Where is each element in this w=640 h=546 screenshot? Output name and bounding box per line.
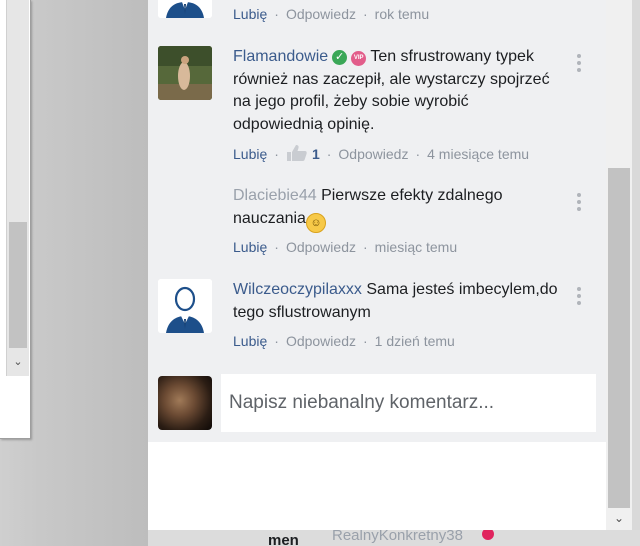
comment-time: rok temu — [374, 6, 430, 22]
heart-icon — [482, 530, 494, 540]
comment-body: Dlaciebie44 Pierwsze efekty zdalnego nau… — [233, 185, 560, 233]
scrollbar-thumb[interactable] — [608, 168, 630, 508]
left-scrollbar-thumb[interactable] — [9, 222, 27, 348]
comment-author-link[interactable]: Dlaciebie44 — [233, 187, 317, 204]
vertical-dots-icon[interactable] — [576, 287, 582, 308]
comments-panel: Lubię · Odpowiedz · rok temu Flamandowie ✓ VIP… — [148, 0, 606, 530]
comment-meta: Lubię · Odpowiedz · rok temu — [233, 6, 429, 22]
like-button[interactable]: Lubię — [233, 239, 267, 255]
comment-item: Flamandowie ✓ VIP Ten sfrustrowany typek r… — [148, 46, 606, 166]
separator-dot: · — [274, 239, 279, 255]
comment-author-link[interactable]: Flamandowie — [233, 48, 328, 65]
avatar[interactable] — [158, 279, 212, 333]
partial-text: men — [268, 532, 299, 546]
current-user-avatar[interactable] — [158, 376, 212, 430]
reply-button[interactable]: Odpowiedz — [338, 146, 408, 162]
comment-meta: Lubię · 1 · Odpowiedz · 4 miesiące temu — [233, 144, 529, 165]
comment-body: Wilczeoczypilaxxx Sama jesteś imbecylem,… — [233, 279, 560, 324]
separator-dot: · — [362, 6, 368, 22]
separator-dot: · — [274, 333, 279, 349]
photo-avatar-image — [158, 46, 212, 100]
like-button[interactable]: Lubię — [233, 6, 267, 22]
vip-badge-icon: VIP — [351, 51, 367, 66]
comment-time: miesiąc temu — [374, 239, 458, 255]
next-content-strip: men RealnyKonkretny38 — [148, 530, 640, 546]
smiling-face-icon: ☺ — [305, 212, 326, 233]
avatar[interactable] — [158, 0, 212, 18]
reply-button[interactable]: Odpowiedz — [286, 239, 356, 255]
vertical-dots-icon[interactable] — [576, 54, 582, 75]
separator-dot: · — [274, 146, 279, 162]
comment-item: Wilczeoczypilaxxx Sama jesteś imbecylem,… — [148, 279, 606, 359]
separator-dot: · — [362, 239, 368, 255]
separator-dot: · — [415, 146, 421, 162]
comment-time: 4 miesiące temu — [427, 146, 530, 162]
separator-dot: · — [326, 146, 332, 162]
window-edge — [632, 0, 640, 546]
like-button[interactable]: Lubię — [233, 146, 267, 162]
thumbs-up-icon[interactable] — [286, 144, 308, 165]
left-scrollbar[interactable]: ⌄ — [6, 0, 29, 376]
separator-dot: · — [362, 333, 368, 349]
reply-button[interactable]: Odpowiedz — [286, 6, 356, 22]
separator-dot: · — [274, 6, 279, 22]
check-circle-icon: ✓ — [332, 50, 348, 65]
comment-input[interactable] — [221, 374, 596, 432]
partial-author-link[interactable]: RealnyKonkretny38 — [332, 530, 463, 544]
left-window-panel: ⌄ — [0, 0, 31, 439]
reply-button[interactable]: Odpowiedz — [286, 333, 356, 349]
page-scrollbar[interactable]: ⌄ — [606, 0, 632, 530]
comments-list: Lubię · Odpowiedz · rok temu Flamandowie ✓ VIP… — [148, 0, 606, 442]
comment-item: Dlaciebie44 Pierwsze efekty zdalnego nau… — [148, 185, 606, 265]
comment-body: Flamandowie ✓ VIP Ten sfrustrowany typek r… — [233, 46, 560, 136]
like-button[interactable]: Lubię — [233, 333, 267, 349]
chevron-down-icon[interactable]: ⌄ — [7, 352, 29, 372]
like-count: 1 — [311, 146, 320, 162]
comment-meta: Lubię · Odpowiedz · miesiąc temu — [233, 239, 457, 255]
vertical-dots-icon[interactable] — [576, 193, 582, 214]
comment-author-link[interactable]: Wilczeoczypilaxxx — [233, 281, 362, 298]
avatar[interactable] — [158, 46, 212, 100]
chevron-down-icon[interactable]: ⌄ — [606, 508, 632, 528]
person-silhouette-icon — [158, 0, 212, 18]
comment-time: 1 dzień temu — [374, 333, 455, 349]
person-silhouette-icon — [158, 279, 212, 333]
comment-item: Lubię · Odpowiedz · rok temu — [148, 0, 606, 32]
comment-meta: Lubię · Odpowiedz · 1 dzień temu — [233, 333, 455, 349]
